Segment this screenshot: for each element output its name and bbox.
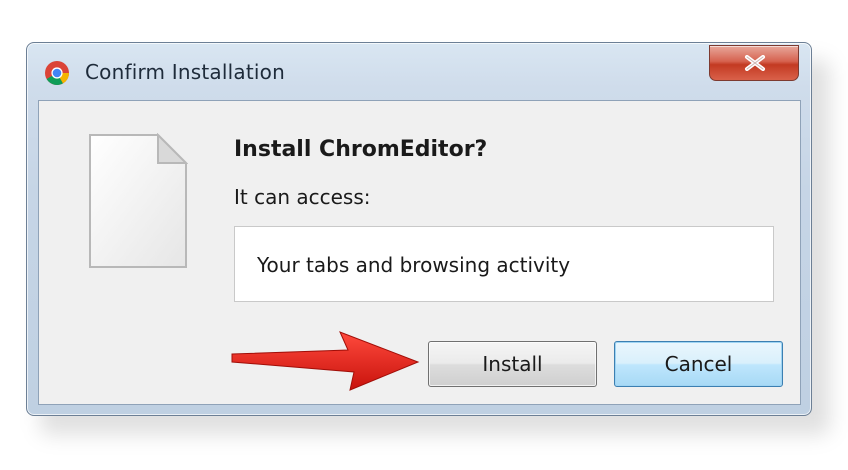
title-bar[interactable]: Confirm Installation	[27, 43, 811, 101]
red-arrow	[231, 331, 420, 391]
access-label: It can access:	[234, 185, 371, 209]
install-button[interactable]: Install	[428, 341, 597, 387]
close-button[interactable]	[709, 45, 799, 81]
cancel-button[interactable]: Cancel	[614, 341, 783, 387]
close-icon	[745, 55, 765, 71]
chrome-icon	[45, 61, 69, 86]
permissions-list: Your tabs and browsing activity	[234, 226, 774, 302]
document-icon	[89, 133, 188, 268]
permission-item: Your tabs and browsing activity	[257, 253, 571, 277]
window-title: Confirm Installation	[85, 60, 285, 84]
install-heading: Install ChromEditor?	[234, 137, 488, 162]
